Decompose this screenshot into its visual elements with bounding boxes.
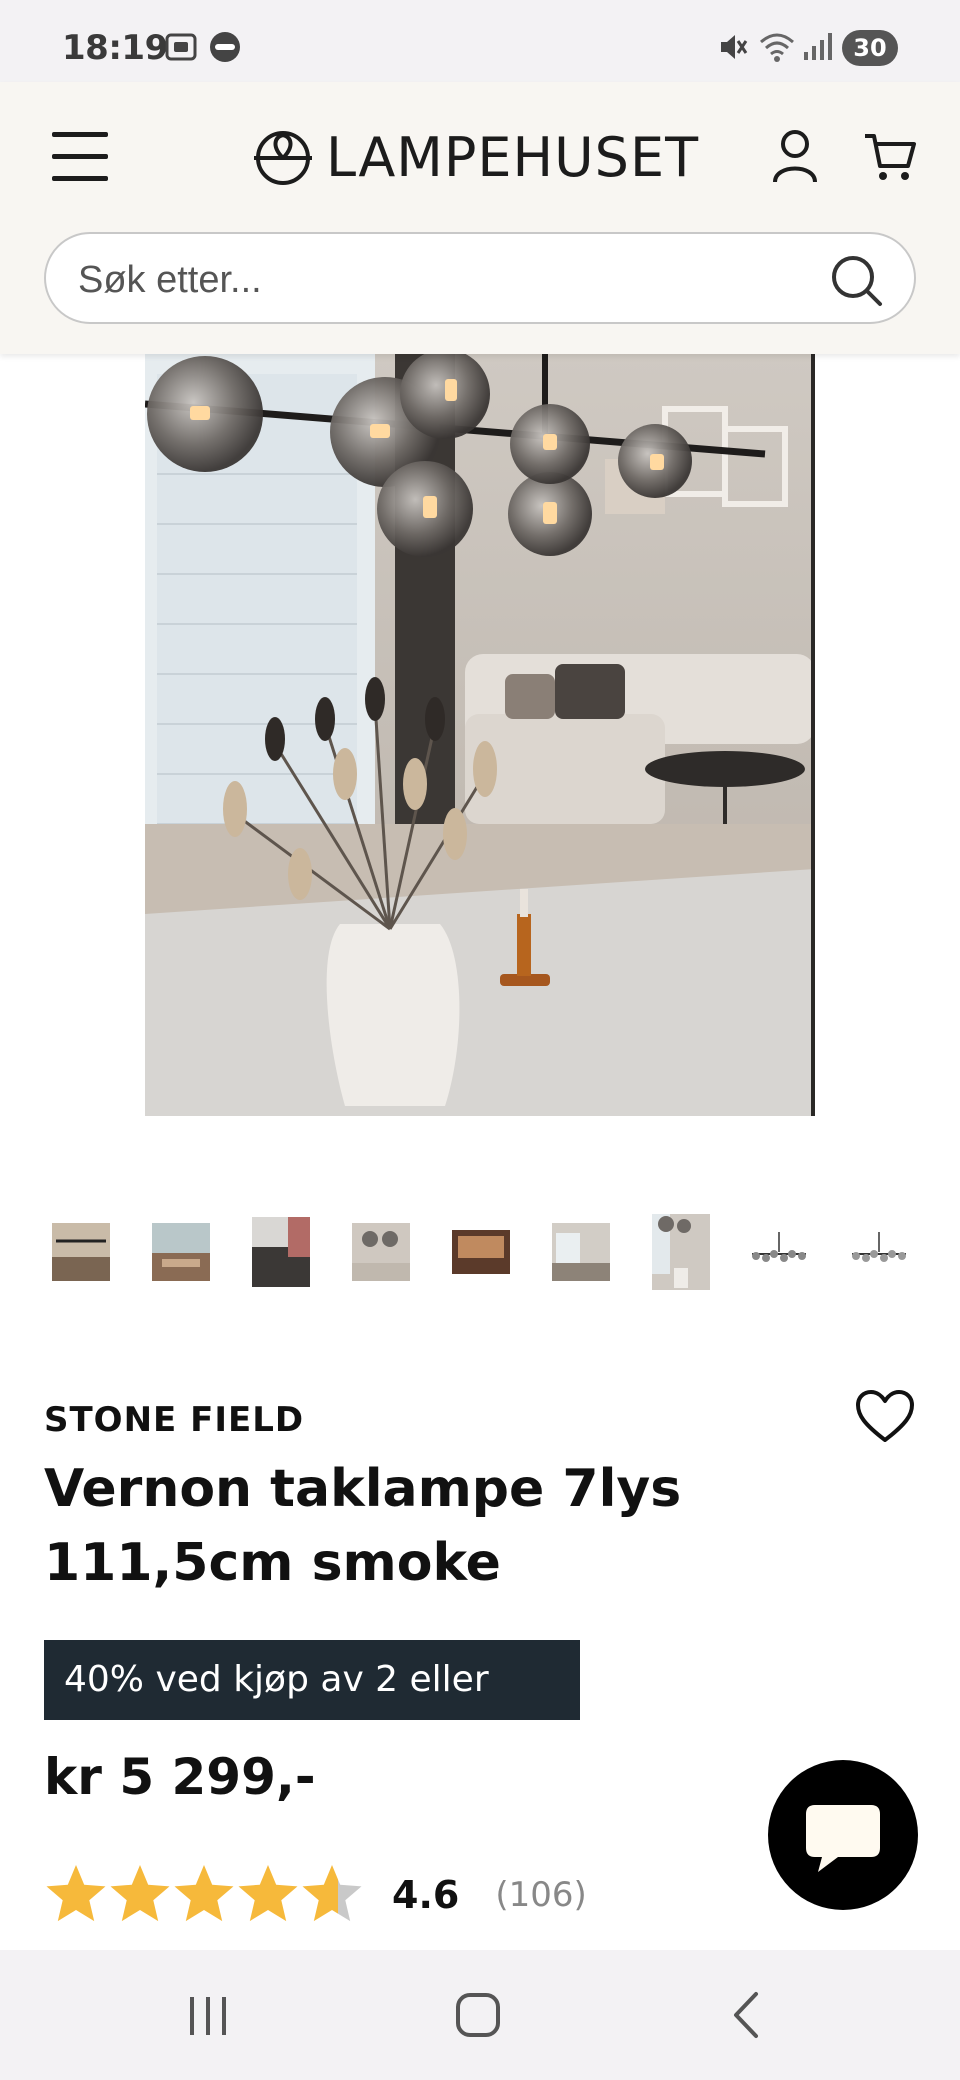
thumbnail-9[interactable] <box>848 1214 910 1290</box>
recent-apps-icon[interactable] <box>168 1980 248 2050</box>
logo[interactable]: LAMPEHUSET <box>250 126 699 190</box>
search-box <box>44 232 916 324</box>
system-nav-bar <box>0 1950 960 2080</box>
status-time: 18:19 <box>62 28 168 68</box>
thumbnail-strip <box>0 1214 960 1290</box>
site-header: LAMPEHUSET <box>0 82 960 354</box>
thumbnail-2[interactable] <box>150 1214 212 1290</box>
rating-count: (106) <box>495 1875 587 1915</box>
chat-bubble-icon <box>806 1805 880 1872</box>
coop-app-icon <box>210 32 240 62</box>
wifi-icon <box>760 33 794 62</box>
mute-icon <box>721 35 748 59</box>
thumbnail-4[interactable] <box>350 1214 412 1290</box>
chat-button[interactable] <box>768 1760 918 1910</box>
rating-score: 4.6 <box>392 1873 460 1917</box>
star-icon <box>238 1865 298 1922</box>
hamburger-menu-icon[interactable] <box>52 130 108 182</box>
search-input[interactable] <box>78 252 818 308</box>
logo-text: LAMPEHUSET <box>326 126 700 189</box>
star-icon <box>110 1865 170 1922</box>
product-price: kr 5 299,- <box>44 1748 316 1806</box>
wishlist-heart-icon[interactable] <box>854 1388 916 1444</box>
home-icon[interactable] <box>438 1980 518 2050</box>
thumbnail-3[interactable] <box>250 1214 312 1290</box>
rating-stars <box>46 1865 362 1922</box>
living-room-chandelier-photo <box>145 354 815 1116</box>
product-title: Vernon taklampe 7lys 111,5cm smoke <box>44 1459 682 1593</box>
thumbnail-6[interactable] <box>550 1214 612 1290</box>
account-icon[interactable] <box>770 128 820 184</box>
thumbnail-5[interactable] <box>450 1214 512 1290</box>
battery-icon: 30 <box>842 30 898 66</box>
status-bar: 18:19 30 <box>0 0 960 82</box>
logo-mark-icon <box>254 131 312 185</box>
star-icon <box>46 1865 106 1922</box>
cart-icon[interactable] <box>862 128 918 184</box>
screenshot-icon <box>165 33 197 61</box>
product-rating[interactable]: 4.6 (106) <box>44 1862 587 1928</box>
product-brand[interactable]: STONE FIELD <box>44 1400 304 1440</box>
back-icon[interactable] <box>708 1980 788 2050</box>
search-icon[interactable] <box>828 252 884 308</box>
promo-badge: 40% ved kjøp av 2 eller flere <box>44 1640 580 1780</box>
product-main-image[interactable] <box>145 354 815 1116</box>
signal-icon <box>804 33 832 60</box>
thumbnail-1[interactable] <box>50 1214 112 1290</box>
thumbnail-7[interactable] <box>650 1214 712 1290</box>
star-icon <box>302 1865 362 1922</box>
star-icon <box>174 1865 234 1922</box>
thumbnail-8[interactable] <box>748 1214 810 1290</box>
